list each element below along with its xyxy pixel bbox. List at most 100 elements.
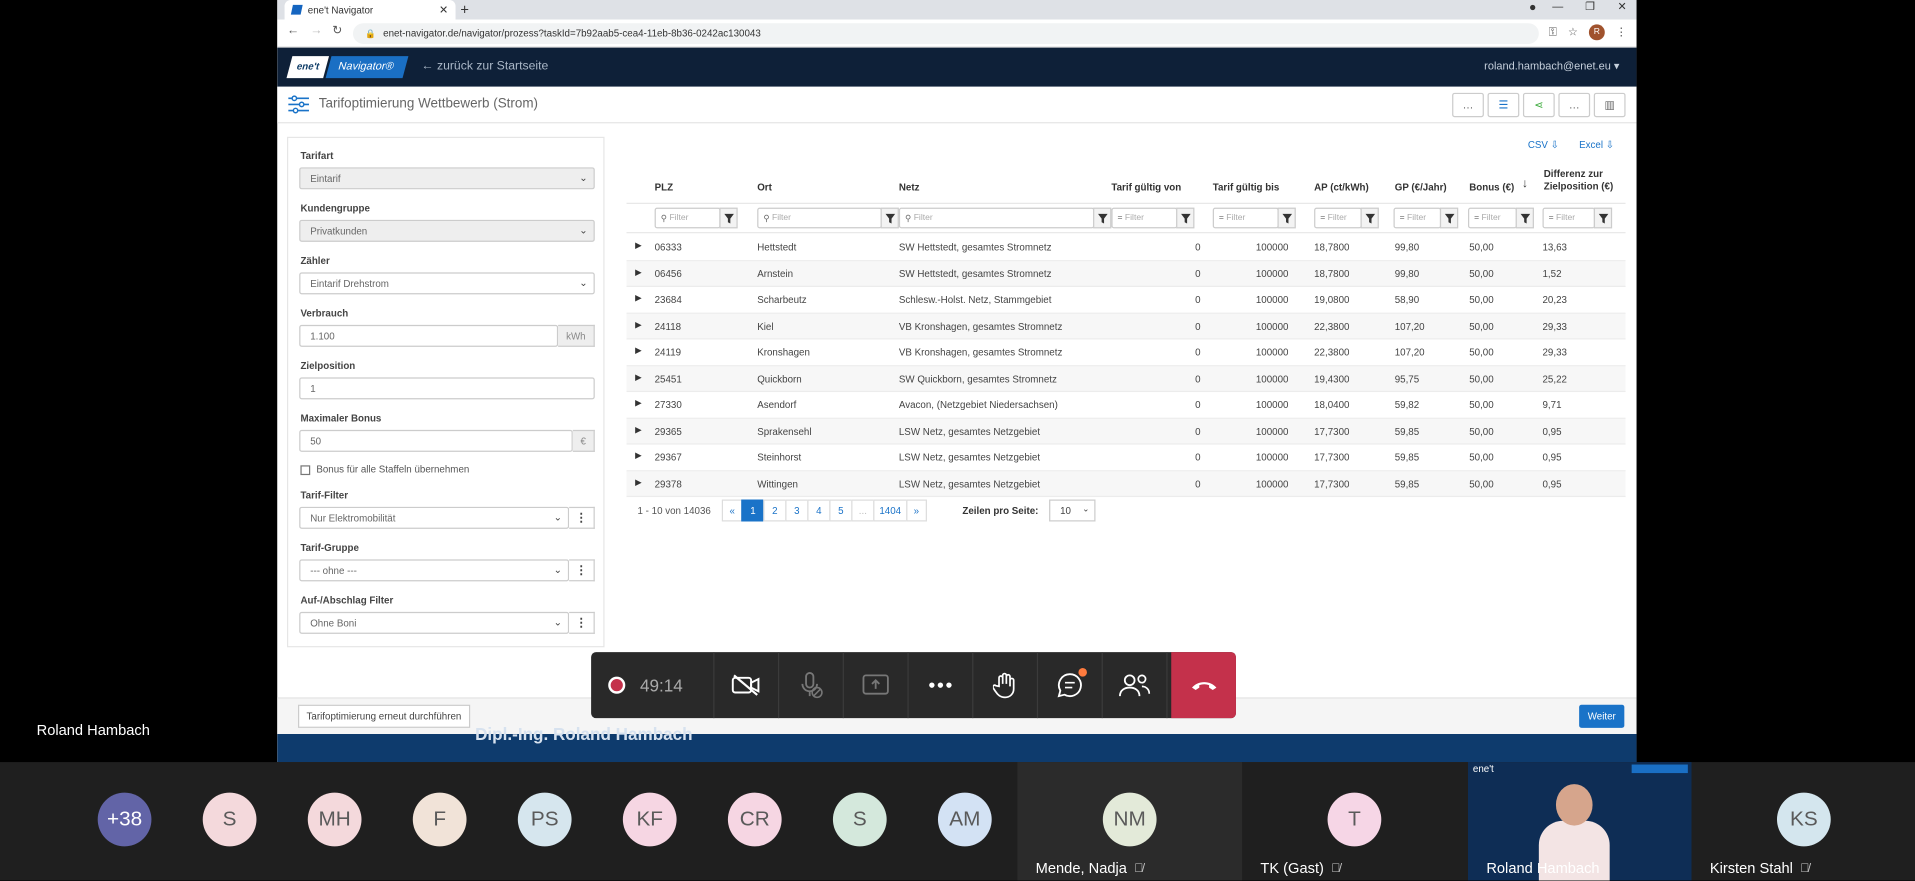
back-arrow-icon[interactable]: ← <box>287 24 299 37</box>
expand-row-icon[interactable]: ▶ <box>635 451 642 461</box>
step-more-button[interactable]: … <box>1452 92 1484 118</box>
staffeln-checkbox-row[interactable]: Bonus für alle Staffeln übernehmen <box>300 464 469 475</box>
expand-row-icon[interactable]: ▶ <box>635 398 642 408</box>
funnel-filter-button[interactable] <box>719 207 738 229</box>
abschlag-select[interactable]: Ohne Boni ⌄ <box>299 611 570 634</box>
funnel-filter-button[interactable] <box>1439 207 1459 229</box>
pager-prev-button[interactable]: « <box>721 499 743 522</box>
column-filter-input[interactable]: = Filter <box>1468 207 1517 229</box>
col-gp[interactable]: GP (€/Jahr) <box>1395 182 1447 194</box>
col-bonus[interactable]: Bonus (€) <box>1469 182 1514 194</box>
rerun-optimization-button[interactable]: Tarifoptimierung erneut durchführen <box>297 704 470 728</box>
pager-page-button[interactable]: 4 <box>807 499 831 522</box>
pager-page-button[interactable]: 5 <box>829 499 853 522</box>
table-row[interactable]: ▶ 23684 Scharbeutz Schlesw.-Holst. Netz, St… <box>626 287 1626 314</box>
column-filter-input[interactable]: = Filter <box>1111 207 1178 229</box>
sort-down-arrow-icon[interactable]: ↓ <box>1522 178 1528 190</box>
column-filter-input[interactable]: = Filter <box>1542 207 1596 229</box>
table-row[interactable]: ▶ 06333 Hettstedt SW Hettstedt, gesamtes St… <box>626 234 1626 261</box>
funnel-filter-button[interactable] <box>1360 207 1379 229</box>
column-filter-input[interactable]: = Filter <box>1393 207 1442 229</box>
funnel-filter-button[interactable] <box>880 207 899 229</box>
column-filter-input[interactable]: = Filter <box>1314 207 1362 229</box>
forward-arrow-icon[interactable]: → <box>310 24 322 37</box>
col-differenz[interactable]: Differenz zur Zielposition (€) <box>1544 169 1613 193</box>
tariffilter-select[interactable]: Nur Elektromobilität ⌄ <box>299 506 570 529</box>
close-tab-icon[interactable]: ✕ <box>439 3 448 16</box>
expand-row-icon[interactable]: ▶ <box>635 319 642 330</box>
step-filter-button[interactable]: ☰ <box>1487 92 1520 118</box>
url-field[interactable]: 🔒 enet-navigator.de/navigator/prozess?ta… <box>352 23 1539 44</box>
user-menu[interactable]: roland.hambach@enet.eu ▾ <box>1484 60 1619 73</box>
raise-hand-button[interactable] <box>973 652 1039 719</box>
restore-icon[interactable]: ❐ <box>1585 0 1595 13</box>
table-row[interactable]: ▶ 24118 Kiel VB Kronshagen, gesamtes Stromn… <box>626 313 1626 340</box>
tile-ks[interactable]: KS Kirsten Stahl 🎙̸ <box>1692 762 1915 880</box>
close-window-icon[interactable]: ✕ <box>1618 0 1627 13</box>
expand-row-icon[interactable]: ▶ <box>635 241 642 251</box>
column-filter-input[interactable]: = Filter <box>1212 207 1279 229</box>
new-tab-icon[interactable]: + <box>460 1 469 18</box>
table-row[interactable]: ▶ 24119 Kronshagen VB Kronshagen, gesamtes … <box>626 340 1626 366</box>
key-icon[interactable]: ⚿ <box>1549 26 1557 39</box>
reload-icon[interactable]: ↻ <box>332 24 342 37</box>
camera-off-button[interactable] <box>714 652 780 719</box>
more-actions-button[interactable] <box>909 652 974 719</box>
table-row[interactable]: ▶ 06456 Arnstein SW Hettstedt, gesamtes Str… <box>626 260 1626 288</box>
profile-avatar[interactable]: R <box>1588 24 1605 41</box>
pager-page-button[interactable]: 1 <box>741 499 765 522</box>
funnel-filter-button[interactable] <box>1093 207 1112 229</box>
staffeln-checkbox[interactable] <box>300 464 311 475</box>
expand-row-icon[interactable]: ▶ <box>635 293 642 303</box>
step-next-button[interactable]: … <box>1558 92 1591 118</box>
account-icon[interactable]: ● <box>1529 1 1536 14</box>
table-row[interactable]: ▶ 29378 Wittingen LSW Netz, gesamtes Netzge… <box>626 470 1626 498</box>
column-filter-input[interactable]: ⚲ Filter <box>654 207 721 229</box>
csv-export-link[interactable]: CSV ⇩ <box>1528 139 1559 150</box>
avatar[interactable]: AM <box>937 792 992 847</box>
tile-nm[interactable]: NM Mende, Nadja 🎙̸ <box>1017 762 1243 881</box>
zaehler-select[interactable]: Eintarif Drehstrom ⌄ <box>299 272 595 295</box>
funnel-filter-button[interactable] <box>1176 207 1195 229</box>
expand-row-icon[interactable]: ▶ <box>635 372 642 382</box>
step-share-button[interactable]: ⋖ <box>1522 92 1555 118</box>
sliders-icon[interactable] <box>288 95 309 114</box>
table-row[interactable]: ▶ 25451 Quickborn SW Quickborn, gesamtes St… <box>626 365 1626 393</box>
expand-row-icon[interactable]: ▶ <box>635 267 642 277</box>
verbrauch-input[interactable]: 1.100 <box>299 324 559 347</box>
pager-page-button[interactable]: 3 <box>785 499 809 522</box>
enet-navigator-logo[interactable]: ene't Navigator® <box>286 56 410 79</box>
avatar[interactable]: PS <box>517 792 572 847</box>
hang-up-button[interactable] <box>1171 652 1236 719</box>
expand-row-icon[interactable]: ▶ <box>635 477 642 487</box>
zielposition-input[interactable]: 1 <box>299 377 595 400</box>
tarifart-select[interactable]: Eintarif ⌄ <box>299 167 595 190</box>
funnel-filter-button[interactable] <box>1277 207 1296 229</box>
excel-export-link[interactable]: Excel ⇩ <box>1579 139 1614 150</box>
table-row[interactable]: ▶ 29365 Sprakensehl LSW Netz, gesamtes Netz… <box>626 418 1626 445</box>
avatar[interactable]: KF <box>622 792 677 847</box>
column-filter-input[interactable]: ⚲ Filter <box>757 207 882 229</box>
step-map-button[interactable]: ▥ <box>1593 92 1626 118</box>
tile-tk[interactable]: T TK (Gast) 🎙̸ <box>1242 762 1468 880</box>
table-row[interactable]: ▶ 27330 Asendorf Avacon, (Netzgebiet Nieder… <box>626 392 1626 419</box>
avatar[interactable]: S <box>202 792 257 847</box>
col-tarif-bis[interactable]: Tarif gültig bis <box>1213 182 1280 194</box>
col-tarif-von[interactable]: Tarif gültig von <box>1111 182 1181 194</box>
col-ap[interactable]: AP (ct/kWh) <box>1314 182 1369 194</box>
minimize-icon[interactable]: — <box>1552 0 1563 12</box>
avatar[interactable]: MH <box>307 792 362 847</box>
kundengruppe-select[interactable]: Privatkunden ⌄ <box>299 219 595 242</box>
microphone-button[interactable] <box>779 652 844 719</box>
bookmark-star-icon[interactable]: ☆ <box>1568 26 1578 39</box>
col-plz[interactable]: PLZ <box>655 182 673 194</box>
pager-next-button[interactable]: » <box>905 499 927 522</box>
avatar[interactable]: S <box>832 792 887 847</box>
more-participants-button[interactable]: +38 <box>97 792 152 847</box>
share-screen-button[interactable] <box>844 652 909 719</box>
pager-page-button[interactable]: 1404 <box>873 499 908 522</box>
pager-page-button[interactable]: 2 <box>763 499 787 522</box>
avatar[interactable]: CR <box>727 792 782 847</box>
next-button[interactable]: Weiter <box>1579 704 1625 728</box>
tarifgruppe-options-button[interactable]: ⋮ <box>569 559 595 582</box>
